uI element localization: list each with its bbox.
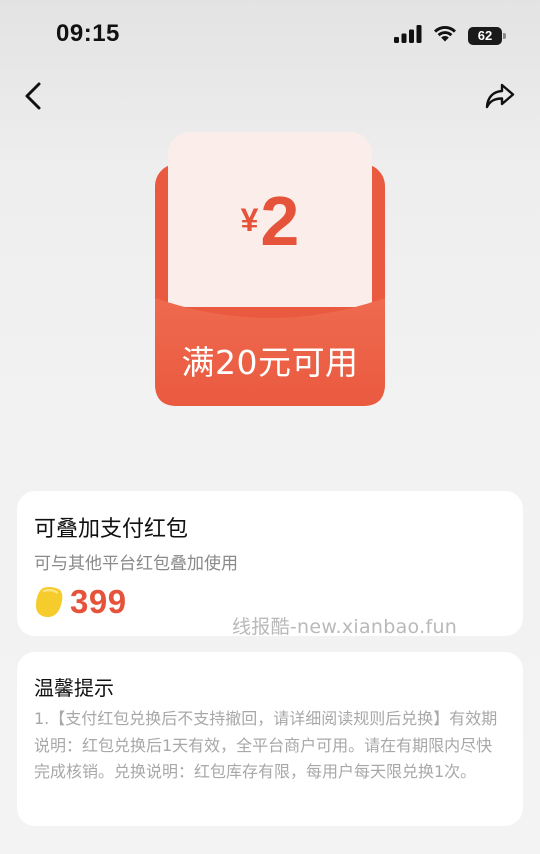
gold-coin-icon bbox=[36, 586, 63, 617]
product-description: 可与其他平台红包叠加使用 bbox=[34, 554, 238, 574]
tips-body: 1.【支付红包兑换后不支持撤回，请详细阅读规则后兑换】有效期说明：红包兑换后1天… bbox=[34, 709, 498, 781]
tips-card: 温馨提示 1.【支付红包兑换后不支持撤回，请详细阅读规则后兑换】有效期说明：红包… bbox=[17, 652, 523, 826]
wifi-icon bbox=[432, 24, 458, 47]
status-icons: 62 bbox=[394, 24, 506, 47]
coupon-amount: ¥2 bbox=[155, 186, 385, 256]
tips-title: 温馨提示 bbox=[34, 676, 114, 700]
coupon-currency: ¥ bbox=[240, 202, 259, 238]
share-arrow-icon bbox=[485, 83, 515, 109]
battery-tip bbox=[503, 32, 506, 39]
price-value: 399 bbox=[70, 583, 127, 620]
share-button[interactable] bbox=[482, 78, 518, 114]
coupon-condition: 满20元可用 bbox=[181, 343, 359, 382]
nav-bar bbox=[0, 72, 540, 120]
watermark: 线报酷-new.xianbao.fun bbox=[232, 616, 458, 638]
product-title: 可叠加支付红包 bbox=[34, 517, 189, 542]
chevron-left-icon bbox=[25, 82, 41, 110]
cellular-signal-icon bbox=[394, 24, 422, 47]
red-packet-coupon: ¥2 满20元可用 bbox=[155, 132, 385, 406]
coupon-value: 2 bbox=[260, 182, 300, 260]
status-time: 09:15 bbox=[56, 20, 120, 47]
price-row: 399 bbox=[34, 583, 127, 621]
battery-icon: 62 bbox=[468, 26, 506, 45]
status-bar: 09:15 62 bbox=[0, 0, 540, 70]
battery-level: 62 bbox=[477, 28, 493, 43]
back-button[interactable] bbox=[18, 80, 48, 112]
